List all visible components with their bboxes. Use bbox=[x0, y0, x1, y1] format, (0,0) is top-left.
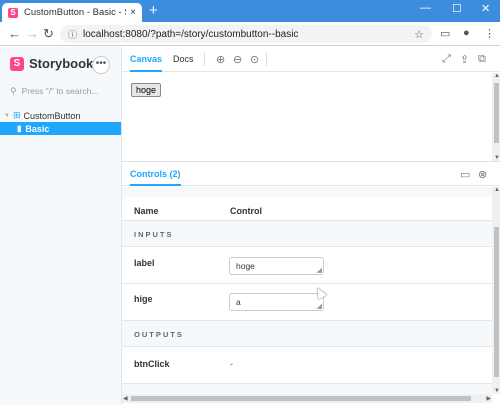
custom-button[interactable]: hoge bbox=[131, 83, 162, 97]
tab-docs[interactable]: Docs bbox=[173, 47, 194, 72]
storybook-main: Canvas Docs ⊕ ⊖ ⊙ ⤢ ⇪ ⧉ hoge ▲ ▼ Control… bbox=[121, 47, 500, 405]
section-title: OUTPUTS bbox=[134, 330, 184, 339]
chevron-down-icon: ▼ bbox=[4, 112, 10, 119]
section-row-inputs[interactable]: INPUTS bbox=[122, 221, 492, 247]
field-value: a bbox=[236, 297, 241, 307]
addons-toolbar: Controls (2) ▭ ⊗ bbox=[122, 162, 500, 186]
scroll-down-arrow-icon[interactable]: ▼ bbox=[494, 388, 500, 394]
zoom-in-icon[interactable]: ⊕ bbox=[216, 53, 225, 66]
field-value: hoge bbox=[236, 261, 255, 271]
address-bar[interactable]: ⓘ localhost:8080/?path=/story/custombutt… bbox=[60, 25, 432, 43]
canvas-scrollbar[interactable]: ▲ ▼ bbox=[492, 73, 500, 161]
reload-icon[interactable]: ↻ bbox=[43, 26, 54, 42]
tab-canvas[interactable]: Canvas bbox=[130, 47, 163, 72]
tab-close-icon[interactable]: × bbox=[130, 7, 136, 18]
bookmark-star-icon[interactable]: ☆ bbox=[414, 28, 424, 41]
info-icon[interactable]: ⓘ bbox=[68, 28, 77, 41]
preview-toolbar: Canvas Docs ⊕ ⊖ ⊙ ⤢ ⇪ ⧉ bbox=[122, 47, 500, 72]
panel-orientation-icon[interactable]: ▭ bbox=[460, 168, 470, 181]
controls-panel: Name Control INPUTS label hoge ◢ hige a … bbox=[122, 187, 492, 394]
tree-component-label: CustomButton bbox=[23, 110, 81, 121]
zoom-out-icon[interactable]: ⊖ bbox=[233, 53, 242, 66]
minimize-button[interactable]: — bbox=[420, 2, 431, 14]
browser-tab[interactable]: S CustomButton - Basic - Storybook × bbox=[2, 3, 142, 22]
storybook-brand[interactable]: S Storybook bbox=[10, 56, 93, 71]
prop-name: hige bbox=[134, 294, 153, 304]
controls-table: Name Control INPUTS label hoge ◢ hige a … bbox=[122, 197, 492, 384]
tree-story-basic[interactable]: ▮ Basic bbox=[0, 122, 121, 135]
scroll-left-arrow-icon[interactable]: ◀ bbox=[123, 395, 128, 402]
browser-toolbar: ← → ↻ ⓘ localhost:8080/?path=/story/cust… bbox=[0, 22, 500, 46]
back-arrow-icon[interactable]: ← bbox=[8, 26, 21, 41]
preview-canvas: hoge bbox=[122, 73, 492, 161]
table-row: label hoge ◢ bbox=[122, 247, 492, 284]
tree-component-custombutton[interactable]: ▼ ⊞ CustomButton bbox=[0, 109, 121, 122]
zoom-reset-icon[interactable]: ⊙ bbox=[250, 53, 259, 66]
horizontal-scroll-thumb[interactable] bbox=[131, 396, 471, 401]
hige-text-field[interactable]: a ◢ bbox=[229, 293, 324, 311]
resize-grip-icon[interactable]: ◢ bbox=[317, 303, 322, 310]
browser-titlebar: S CustomButton - Basic - Storybook × + —… bbox=[0, 0, 500, 22]
toolbar-divider bbox=[204, 53, 205, 66]
extension-icon[interactable]: ▭ bbox=[440, 27, 450, 40]
storybook-favicon-icon: S bbox=[8, 7, 18, 18]
section-title: INPUTS bbox=[134, 230, 174, 239]
new-tab-button[interactable]: + bbox=[149, 3, 158, 19]
table-header-row: Name Control bbox=[122, 197, 492, 221]
tab-title: CustomButton - Basic - Storybook bbox=[24, 7, 126, 18]
label-text-field[interactable]: hoge ◢ bbox=[229, 257, 324, 275]
prop-name: btnClick bbox=[134, 359, 170, 369]
tree-story-label: Basic bbox=[25, 123, 50, 134]
copy-link-icon[interactable]: ⧉ bbox=[478, 53, 486, 66]
browser-menu-icon[interactable]: ⋮ bbox=[484, 27, 495, 40]
search-placeholder: Press "/" to search... bbox=[21, 86, 99, 96]
horizontal-scrollbar[interactable]: ◀ ▶ bbox=[122, 394, 492, 403]
storybook-logo-icon: S bbox=[10, 56, 24, 71]
column-header-name: Name bbox=[134, 206, 159, 216]
fullscreen-icon[interactable]: ⤢ bbox=[442, 53, 451, 66]
prop-name: label bbox=[134, 258, 155, 268]
canvas-scroll-thumb[interactable] bbox=[494, 83, 499, 143]
scroll-up-arrow-icon[interactable]: ▲ bbox=[494, 187, 500, 193]
table-row: hige a ◢ bbox=[122, 284, 492, 321]
share-icon[interactable]: ⇪ bbox=[460, 53, 469, 66]
controls-scrollbar[interactable]: ▲ ▼ bbox=[492, 187, 500, 394]
component-grid-icon: ⊞ bbox=[12, 110, 21, 120]
close-window-button[interactable]: ✕ bbox=[481, 2, 490, 15]
scroll-up-arrow-icon[interactable]: ▲ bbox=[494, 73, 500, 79]
profile-icon[interactable]: ● bbox=[463, 27, 470, 39]
toolbar-divider bbox=[266, 53, 267, 66]
resize-grip-icon[interactable]: ◢ bbox=[317, 267, 322, 274]
storybook-sidebar: S Storybook ••• ⚲ Press "/" to search...… bbox=[0, 47, 121, 405]
scroll-right-arrow-icon[interactable]: ▶ bbox=[486, 395, 491, 402]
controls-scroll-thumb[interactable] bbox=[494, 227, 499, 377]
section-row-outputs[interactable]: OUTPUTS bbox=[122, 321, 492, 347]
address-url[interactable]: localhost:8080/?path=/story/custombutton… bbox=[83, 29, 414, 40]
forward-arrow-icon[interactable]: → bbox=[26, 26, 39, 41]
maximize-button[interactable]: ☐ bbox=[452, 2, 462, 15]
brand-name: Storybook bbox=[29, 56, 94, 71]
sidebar-menu-button[interactable]: ••• bbox=[92, 56, 110, 74]
sidebar-search[interactable]: ⚲ Press "/" to search... bbox=[10, 83, 114, 99]
search-icon: ⚲ bbox=[10, 85, 17, 96]
table-row: btnClick - bbox=[122, 347, 492, 384]
close-panel-icon[interactable]: ⊗ bbox=[478, 168, 487, 181]
column-header-control: Control bbox=[230, 206, 262, 216]
bookmark-icon: ▮ bbox=[17, 124, 22, 133]
tab-controls[interactable]: Controls (2) bbox=[130, 162, 181, 186]
prop-value: - bbox=[230, 359, 233, 369]
